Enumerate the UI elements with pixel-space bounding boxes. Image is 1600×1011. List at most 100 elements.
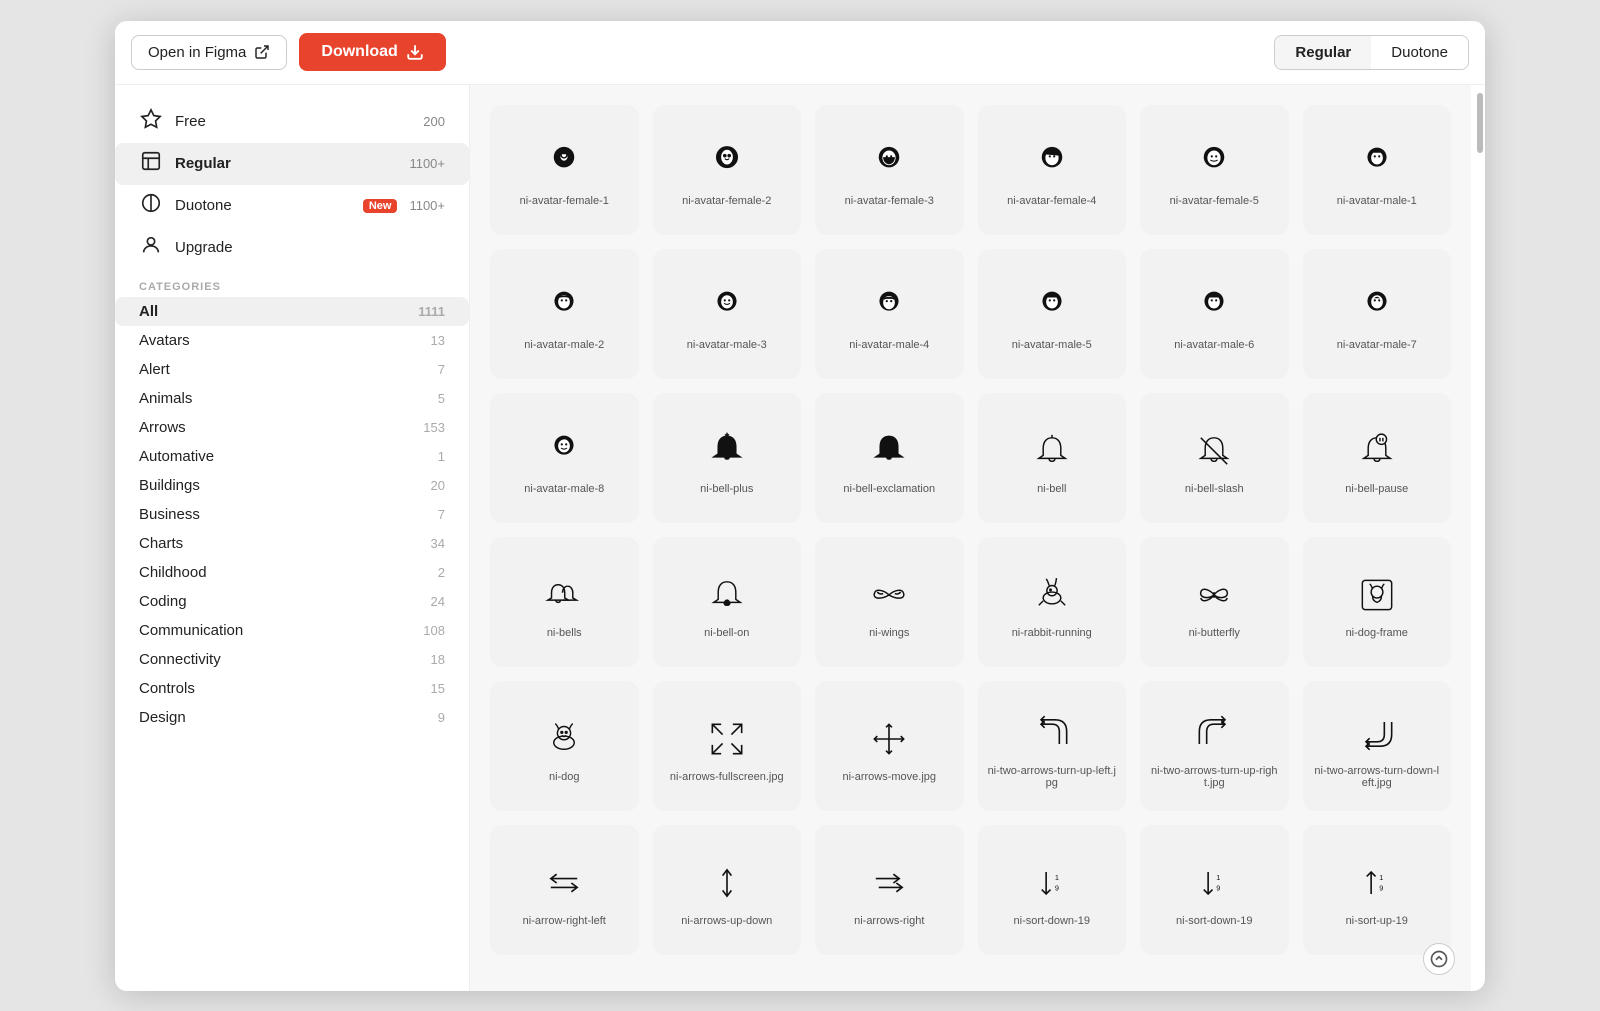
ni-dog-icon bbox=[542, 717, 586, 761]
icon-card-ni-avatar-male-2[interactable]: ni-avatar-male-2 bbox=[490, 249, 639, 379]
icon-card-ni-arrow-right-left[interactable]: ni-arrow-right-left bbox=[490, 825, 639, 955]
svg-text:9: 9 bbox=[1055, 883, 1059, 892]
icon-card-ni-two-arrows-turn-down-left[interactable]: ni-two-arrows-turn-down-left.jpg bbox=[1303, 681, 1452, 811]
ni-avatar-female-2-label: ni-avatar-female-2 bbox=[682, 195, 771, 207]
cat-count-design: 9 bbox=[438, 710, 445, 725]
icon-card-ni-avatar-female-5[interactable]: ni-avatar-female-5 bbox=[1140, 105, 1289, 235]
cat-item-all[interactable]: All 1111 bbox=[115, 297, 469, 326]
cat-label-arrows: Arrows bbox=[139, 419, 423, 436]
cat-item-avatars[interactable]: Avatars 13 bbox=[115, 326, 469, 355]
icon-card-ni-arrows-fullscreen[interactable]: ni-arrows-fullscreen.jpg bbox=[653, 681, 802, 811]
sidebar-item-upgrade[interactable]: Upgrade bbox=[115, 227, 469, 269]
icon-card-ni-avatar-female-3[interactable]: ni-avatar-female-3 bbox=[815, 105, 964, 235]
icon-card-ni-avatar-female-4[interactable]: ni-avatar-female-4 bbox=[978, 105, 1127, 235]
ni-avatar-female-3-label: ni-avatar-female-3 bbox=[845, 195, 934, 207]
ni-bell-slash-label: ni-bell-slash bbox=[1185, 483, 1244, 495]
svg-text:9: 9 bbox=[1216, 883, 1220, 892]
cat-item-childhood[interactable]: Childhood 2 bbox=[115, 558, 469, 587]
icon-card-ni-avatar-female-1[interactable]: ni-avatar-female-1 bbox=[490, 105, 639, 235]
cat-item-communication[interactable]: Communication 108 bbox=[115, 616, 469, 645]
ni-arrows-up-down-label: ni-arrows-up-down bbox=[681, 915, 772, 927]
sidebar-item-free[interactable]: Free 200 bbox=[115, 101, 469, 143]
icon-card-ni-arrows-right[interactable]: ni-arrows-right bbox=[815, 825, 964, 955]
icon-card-ni-avatar-male-4[interactable]: ni-avatar-male-4 bbox=[815, 249, 964, 379]
icon-card-ni-bell-slash[interactable]: ni-bell-slash bbox=[1140, 393, 1289, 523]
ni-rabbit-running-label: ni-rabbit-running bbox=[1012, 627, 1092, 639]
ni-avatar-male-5-label: ni-avatar-male-5 bbox=[1012, 339, 1092, 351]
open-figma-button[interactable]: Open in Figma bbox=[131, 35, 287, 70]
cat-item-automative[interactable]: Automative 1 bbox=[115, 442, 469, 471]
icon-card-ni-bell-plus[interactable]: ni-bell-plus bbox=[653, 393, 802, 523]
icon-card-ni-bell[interactable]: ni-bell bbox=[978, 393, 1127, 523]
ni-dog-frame-icon bbox=[1355, 573, 1399, 617]
icon-card-ni-avatar-male-7[interactable]: ni-avatar-male-7 bbox=[1303, 249, 1452, 379]
ni-avatar-male-2-icon bbox=[542, 285, 586, 329]
icon-card-ni-two-arrows-turn-up-left[interactable]: ni-two-arrows-turn-up-left.jpg bbox=[978, 681, 1127, 811]
cat-count-buildings: 20 bbox=[431, 478, 445, 493]
cat-item-alert[interactable]: Alert 7 bbox=[115, 355, 469, 384]
cat-count-connectivity: 18 bbox=[431, 652, 445, 667]
ni-two-arrows-turn-up-left-label: ni-two-arrows-turn-up-left.jpg bbox=[988, 765, 1117, 789]
icon-card-ni-bell-pause[interactable]: ni-bell-pause bbox=[1303, 393, 1452, 523]
icon-card-ni-avatar-female-2[interactable]: ni-avatar-female-2 bbox=[653, 105, 802, 235]
icon-card-ni-sort-up-19[interactable]: 1 9 ni-sort-up-19 bbox=[1303, 825, 1452, 955]
cat-label-communication: Communication bbox=[139, 622, 423, 639]
cat-label-business: Business bbox=[139, 506, 438, 523]
ni-avatar-female-2-icon bbox=[705, 141, 749, 185]
ni-avatar-male-1-label: ni-avatar-male-1 bbox=[1337, 195, 1417, 207]
icon-card-ni-wings[interactable]: ni-wings bbox=[815, 537, 964, 667]
ni-avatar-female-4-icon bbox=[1030, 141, 1074, 185]
ni-sort-down-19b-label: ni-sort-down-19 bbox=[1176, 915, 1252, 927]
icon-card-ni-avatar-male-1[interactable]: ni-avatar-male-1 bbox=[1303, 105, 1452, 235]
categories-label: CATEGORIES bbox=[115, 269, 469, 297]
icon-card-ni-dog[interactable]: ni-dog bbox=[490, 681, 639, 811]
icon-card-ni-avatar-male-8[interactable]: ni-avatar-male-8 bbox=[490, 393, 639, 523]
cat-count-communication: 108 bbox=[423, 623, 445, 638]
scrollbar[interactable] bbox=[1471, 85, 1485, 991]
duotone-icon bbox=[139, 192, 163, 220]
cat-item-animals[interactable]: Animals 5 bbox=[115, 384, 469, 413]
icon-card-ni-rabbit-running[interactable]: ni-rabbit-running bbox=[978, 537, 1127, 667]
ni-bells-label: ni-bells bbox=[547, 627, 582, 639]
ni-avatar-male-8-label: ni-avatar-male-8 bbox=[524, 483, 604, 495]
ni-avatar-female-5-icon bbox=[1192, 141, 1236, 185]
icon-card-ni-bell-on[interactable]: ni-bell-on bbox=[653, 537, 802, 667]
icon-card-ni-sort-down-19[interactable]: 1 9 ni-sort-down-19 bbox=[978, 825, 1127, 955]
icon-card-ni-arrows-move[interactable]: ni-arrows-move.jpg bbox=[815, 681, 964, 811]
cat-item-connectivity[interactable]: Connectivity 18 bbox=[115, 645, 469, 674]
cat-item-charts[interactable]: Charts 34 bbox=[115, 529, 469, 558]
icon-card-ni-avatar-male-5[interactable]: ni-avatar-male-5 bbox=[978, 249, 1127, 379]
ni-two-arrows-turn-up-left-icon bbox=[1030, 711, 1074, 755]
sidebar-item-duotone[interactable]: Duotone New 1100+ bbox=[115, 185, 469, 227]
icon-card-ni-butterfly[interactable]: ni-butterfly bbox=[1140, 537, 1289, 667]
ni-butterfly-icon bbox=[1192, 573, 1236, 617]
sidebar: Free 200 Regular 1100+ Duotone New 1100+ bbox=[115, 85, 470, 991]
icon-card-ni-sort-down-19b[interactable]: 1 9 ni-sort-down-19 bbox=[1140, 825, 1289, 955]
scroll-up-button[interactable] bbox=[1423, 943, 1455, 975]
icon-card-ni-two-arrows-turn-up-right[interactable]: ni-two-arrows-turn-up-right.jpg bbox=[1140, 681, 1289, 811]
view-regular-button[interactable]: Regular bbox=[1275, 36, 1371, 69]
icon-card-ni-avatar-male-3[interactable]: ni-avatar-male-3 bbox=[653, 249, 802, 379]
cat-item-design[interactable]: Design 9 bbox=[115, 703, 469, 732]
icon-card-ni-dog-frame[interactable]: ni-dog-frame bbox=[1303, 537, 1452, 667]
icon-card-ni-bells[interactable]: ni-bells bbox=[490, 537, 639, 667]
download-label: Download bbox=[321, 43, 397, 61]
cat-label-connectivity: Connectivity bbox=[139, 651, 431, 668]
cat-label-avatars: Avatars bbox=[139, 332, 431, 349]
ni-avatar-male-6-label: ni-avatar-male-6 bbox=[1174, 339, 1254, 351]
view-duotone-button[interactable]: Duotone bbox=[1371, 36, 1468, 69]
ni-arrows-fullscreen-label: ni-arrows-fullscreen.jpg bbox=[670, 771, 784, 783]
cat-item-business[interactable]: Business 7 bbox=[115, 500, 469, 529]
download-button[interactable]: Download bbox=[299, 33, 445, 71]
cat-item-arrows[interactable]: Arrows 153 bbox=[115, 413, 469, 442]
cat-item-coding[interactable]: Coding 24 bbox=[115, 587, 469, 616]
cat-label-controls: Controls bbox=[139, 680, 431, 697]
sidebar-item-regular[interactable]: Regular 1100+ bbox=[115, 143, 469, 185]
cat-item-controls[interactable]: Controls 15 bbox=[115, 674, 469, 703]
scrollbar-thumb[interactable] bbox=[1477, 93, 1483, 153]
icon-card-ni-avatar-male-6[interactable]: ni-avatar-male-6 bbox=[1140, 249, 1289, 379]
cat-item-buildings[interactable]: Buildings 20 bbox=[115, 471, 469, 500]
icon-card-ni-arrows-up-down[interactable]: ni-arrows-up-down bbox=[653, 825, 802, 955]
icon-card-ni-bell-exclamation[interactable]: ni-bell-exclamation bbox=[815, 393, 964, 523]
download-icon bbox=[406, 43, 424, 61]
